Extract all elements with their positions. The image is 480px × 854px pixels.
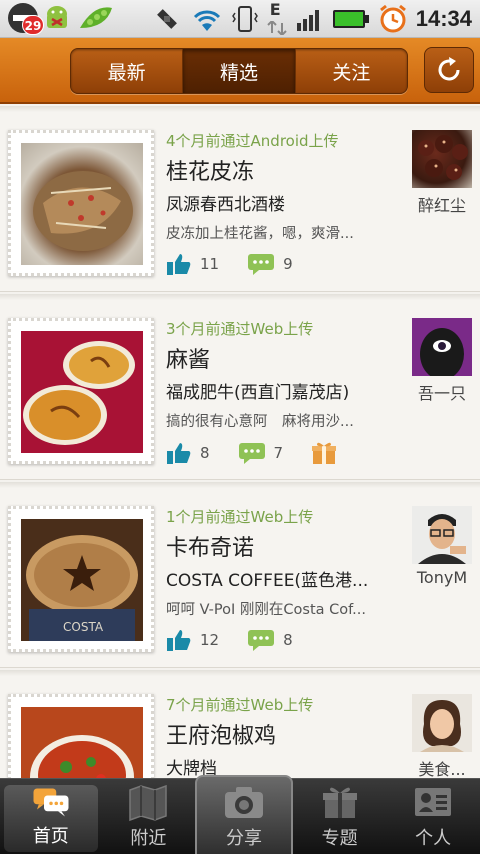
tab-profile-label: 个人 [415, 828, 452, 849]
dish-title[interactable]: 王府泡椒鸡 [166, 718, 276, 750]
refresh-button[interactable] [424, 47, 474, 93]
tab-topics[interactable]: 专题 [293, 779, 387, 854]
tab-share[interactable]: 分享 [195, 775, 293, 854]
status-bar: 29 E 14:34 [0, 0, 480, 38]
tab-featured[interactable]: 精选 [183, 49, 296, 93]
comment-count: 7 [273, 444, 284, 462]
thumbs-up-icon [167, 443, 191, 464]
dish-photo [21, 143, 143, 265]
dish-title[interactable]: 麻酱 [166, 342, 210, 374]
restaurant-name[interactable]: 福成肥牛(西直门嘉茂店) [166, 378, 349, 403]
android-icon [47, 6, 67, 28]
user-name[interactable]: 醉红尘 [404, 192, 480, 216]
dish-description: 搞的很有心意阿 麻将用沙... [166, 414, 354, 430]
feed-item[interactable]: 3个月前通过Web上传 麻酱 福成肥牛(西直门嘉茂店) 搞的很有心意阿 麻将用沙… [0, 294, 480, 480]
upload-meta: 1个月前通过Web上传 [166, 508, 314, 526]
dish-photo [21, 707, 143, 778]
dish-description: 呵呵 V-PoI 刚刚在Costa Cof... [166, 602, 366, 618]
user-avatar[interactable] [412, 506, 472, 564]
comment-bubble-icon [238, 443, 265, 464]
dish-photo-frame [8, 694, 154, 778]
restaurant-name[interactable]: 凤源春西北酒楼 [166, 190, 285, 215]
comment-stat[interactable]: 8 [247, 628, 293, 652]
item-stats: 11 9 [166, 252, 315, 276]
restaurant-name[interactable]: COSTA COFFEE(蓝色港... [166, 566, 368, 591]
comment-stat[interactable]: 7 [238, 441, 284, 465]
refresh-icon [438, 57, 460, 81]
bottom-tab-bar: 首页 附近 分享 专题 个人 [0, 775, 480, 854]
thumbs-up-icon [167, 254, 191, 275]
dish-title[interactable]: 桂花皮冻 [166, 154, 254, 186]
gift-icon [322, 787, 357, 818]
user-name[interactable]: TonyM [404, 568, 480, 587]
comment-bubble-icon [248, 630, 275, 651]
dish-title[interactable]: 卡布奇诺 [166, 530, 254, 562]
tab-latest[interactable]: 最新 [71, 49, 184, 93]
comment-bubble-icon [248, 254, 275, 275]
profile-card-icon [415, 788, 452, 816]
dish-photo [21, 331, 143, 453]
tab-topics-label: 专题 [321, 828, 358, 849]
wifi-icon [193, 10, 220, 31]
tab-profile[interactable]: 个人 [386, 779, 480, 854]
tab-share-label: 分享 [225, 828, 262, 849]
feed-item[interactable]: COSTA 1个月前通过Web上传 卡布奇诺 COSTA COFFEE(蓝色港.… [0, 482, 480, 668]
like-stat[interactable]: 11 [166, 252, 219, 276]
camera-icon [224, 787, 263, 818]
user-name[interactable]: 吾一只 [404, 380, 480, 404]
upload-meta: 4个月前通过Android上传 [166, 132, 339, 150]
dish-description: 皮冻加上桂花酱，嗯，爽滑... [166, 226, 354, 242]
calendar-badge: 29 [22, 15, 44, 35]
dish-photo: COSTA [21, 519, 143, 641]
like-stat[interactable]: 8 [166, 441, 210, 465]
item-stats: 8 7 [166, 440, 337, 466]
like-stat[interactable]: 12 [166, 628, 219, 652]
app-header: 最新 精选 关注 [0, 38, 480, 104]
clock: 14:34 [415, 6, 472, 31]
battery-icon [332, 10, 369, 28]
vibrate-icon [231, 6, 258, 32]
like-count: 11 [200, 255, 220, 273]
peas-icon [80, 7, 112, 28]
map-icon [129, 784, 168, 822]
upload-meta: 7个月前通过Web上传 [166, 696, 314, 714]
alarm-icon [379, 4, 406, 33]
comment-count: 9 [283, 255, 293, 273]
dish-photo-frame [8, 130, 154, 276]
chat-bubbles-icon [33, 788, 69, 817]
tab-following[interactable]: 关注 [296, 49, 407, 93]
tab-home-label: 首页 [32, 826, 69, 847]
satellite-icon [156, 9, 177, 29]
gift-icon[interactable] [311, 440, 337, 466]
comment-count: 8 [283, 631, 293, 649]
dish-photo-frame [8, 318, 154, 464]
like-count: 12 [200, 631, 220, 649]
feed-list: 4个月前通过Android上传 桂花皮冻 凤源春西北酒楼 皮冻加上桂花酱，嗯，爽… [0, 106, 480, 778]
user-avatar[interactable] [412, 318, 472, 376]
like-count: 8 [200, 444, 210, 462]
tab-nearby-label: 附近 [130, 828, 167, 849]
user-avatar[interactable] [412, 694, 472, 752]
feed-item[interactable]: 4个月前通过Android上传 桂花皮冻 凤源春西北酒楼 皮冻加上桂花酱，嗯，爽… [0, 106, 480, 292]
dish-photo-frame: COSTA [8, 506, 154, 652]
upload-meta: 3个月前通过Web上传 [166, 320, 314, 338]
signal-icon [296, 10, 319, 31]
feed-filter-segmented-control: 最新 精选 关注 [70, 48, 408, 94]
edge-data-icon: E [266, 0, 288, 35]
thumbs-up-icon [167, 630, 191, 651]
network-letter: E [269, 0, 281, 19]
user-name[interactable]: 美食... [404, 756, 480, 778]
tab-home[interactable]: 首页 [4, 785, 98, 852]
svg-text:COSTA: COSTA [63, 620, 104, 634]
user-avatar[interactable] [412, 130, 472, 188]
comment-stat[interactable]: 9 [247, 252, 293, 276]
tab-nearby[interactable]: 附近 [102, 779, 196, 854]
item-stats: 12 8 [166, 628, 315, 652]
calendar-icon: 29 [8, 3, 44, 35]
feed-item[interactable]: 7个月前通过Web上传 王府泡椒鸡 大牌档 美食... [0, 670, 480, 778]
